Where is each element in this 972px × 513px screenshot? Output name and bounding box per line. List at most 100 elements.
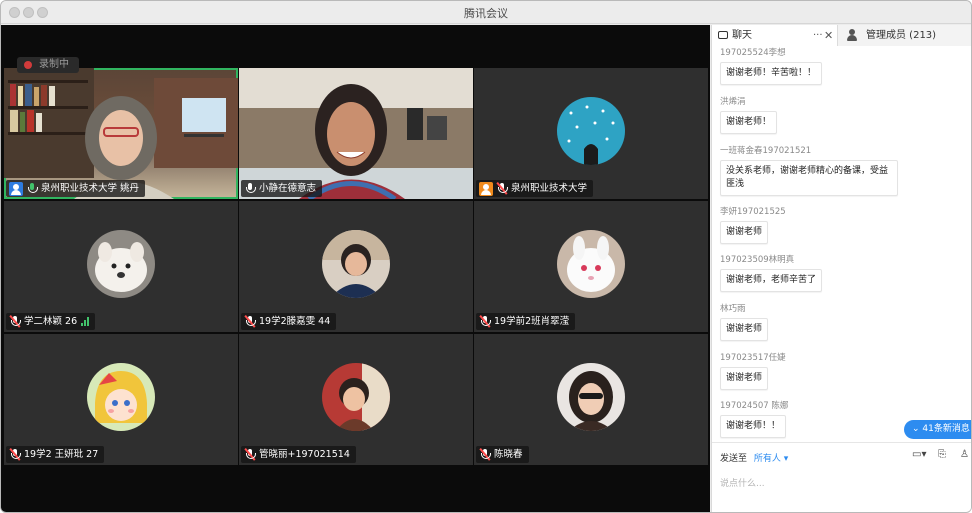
participant-name: 19学2 王妍玭 27 [24,449,99,460]
message-bubble: 谢谢老师，老师辛苦了 [720,269,823,292]
chat-message: 一班蒋金春197021521 没关系老师，谢谢老师精心的备课，受益匪浅 [720,146,898,196]
video-tile[interactable]: 泉州职业技术大学 [474,68,708,199]
participant-avatar [557,230,625,298]
message-bubble: 谢谢老师 [720,318,769,341]
participant-name: 学二林颖 26 [24,316,78,327]
members-icon [846,29,858,41]
participant-name: 小静在德意志 [259,183,317,194]
participant-name: 19学2滕嘉雯 44 [259,316,331,327]
tab-members[interactable]: 管理成员 (213) [838,25,971,46]
more-options-icon[interactable]: ··· [813,25,823,46]
participant-nameplate: 19学2滕嘉雯 44 [241,313,337,330]
participant-avatar [322,230,390,298]
message-sender: 197023517任婕 [720,353,786,363]
participant-name: 陈晓春 [494,449,523,460]
message-bubble: 谢谢老师！ [720,111,778,134]
recording-indicator: 录制中 [17,57,79,73]
microphone-muted-icon [244,448,256,461]
microphone-muted-icon [479,315,491,328]
chat-message: 197023509林明真 谢谢老师，老师辛苦了 [720,255,823,292]
participant-nameplate: 学二林颖 26 [6,313,96,330]
chat-message: 197025524李想 谢谢老师！辛苦啦！！ [720,48,823,85]
message-sender: 一班蒋金春197021521 [720,146,812,156]
chat-sidebar: 聊天 ··· ✕ 管理成员 (213) 197025524李想 谢谢老师！辛苦啦… [711,25,971,512]
microphone-muted-icon [9,448,21,461]
message-sender: 洪烯涓 [720,97,746,107]
send-to-label: 发送至 [720,454,748,464]
message-bubble: 谢谢老师！！ [720,415,787,438]
message-sender: 林巧雨 [720,304,746,314]
person-icon[interactable]: ♙ [960,449,969,460]
tab-chat[interactable]: 聊天 ··· ✕ [712,25,838,46]
participant-name: 泉州职业技术大学 姚丹 [41,183,140,194]
video-grid: 泉州职业技术大学 姚丹 小静在德意志 泉州职业技术大学 学二林颖 26 19学2… [1,25,710,512]
participant-nameplate: 19学2 王妍玭 27 [6,446,105,463]
microphone-muted-icon [479,448,491,461]
message-sender: 197023509林明真 [720,255,795,265]
participant-avatar [557,363,625,431]
microphone-icon [244,182,256,195]
message-bubble: 谢谢老师！辛苦啦！！ [720,62,823,85]
participant-avatar [322,363,390,431]
chat-message: 林巧雨 谢谢老师 [720,304,769,341]
chat-composer: 发送至 所有人 ▾ ▭▾ ⎘ ♙ 说点什么... [712,442,971,512]
new-messages-button[interactable]: ⌄ 41条新消息 [904,420,971,439]
participant-nameplate: 19学前2班肖翠滢 [476,313,576,330]
microphone-muted-icon [496,182,508,195]
chevron-down-icon: ⌄ [912,424,920,434]
participant-avatar [87,363,155,431]
participant-avatar [87,230,155,298]
screenshot-icon[interactable]: ⎘ [938,449,946,460]
message-bubble: 谢谢老师 [720,221,769,244]
recording-dot-icon [24,61,32,69]
video-tile[interactable]: 19学2滕嘉雯 44 [239,201,473,332]
close-icon[interactable]: ✕ [824,25,833,46]
chat-message-list[interactable]: 197025524李想 谢谢老师！辛苦啦！！ 洪烯涓 谢谢老师！ 一班蒋金春19… [712,46,971,442]
video-tile[interactable]: 管晓丽+197021514 [239,334,473,465]
sidebar-tabs: 聊天 ··· ✕ 管理成员 (213) [712,25,971,46]
meeting-window: 腾讯会议 泉州职业技术大学 姚丹 小静在德意志 泉州职业技术大学 学二林颖 26… [0,0,972,513]
message-sender: 197024507 陈娜 [720,401,789,411]
participant-nameplate: 泉州职业技术大学 姚丹 [6,180,146,197]
tab-chat-label: 聊天 [732,30,752,41]
participant-nameplate: 泉州职业技术大学 [476,180,594,197]
message-sender: 197025524李想 [720,48,786,58]
participant-nameplate: 小静在德意志 [241,180,323,197]
recipient-value: 所有人 [753,454,781,464]
chat-input[interactable]: 说点什么... [720,476,765,489]
new-messages-label: 41条新消息 [922,424,970,434]
send-to: 发送至 所有人 ▾ [720,451,788,464]
tab-members-label: 管理成员 (213) [866,30,937,41]
participant-nameplate: 陈晓春 [476,446,529,463]
message-sender: 李妍197021525 [720,207,786,217]
window-title: 腾讯会议 [464,7,508,20]
host-icon [9,181,23,196]
chat-message: 洪烯涓 谢谢老师！ [720,97,778,134]
chat-icon [718,31,728,39]
dropdown-arrow-icon: ▾ [783,454,789,464]
video-tile[interactable]: 19学前2班肖翠滢 [474,201,708,332]
microphone-muted-icon [244,315,256,328]
microphone-muted-icon [9,315,21,328]
microphone-on-icon [26,182,38,195]
recipient-select[interactable]: 所有人 ▾ [754,454,788,464]
recording-label: 录制中 [39,59,69,70]
participant-nameplate: 管晓丽+197021514 [241,446,356,463]
folder-icon[interactable]: ▭▾ [912,449,926,460]
chat-message: 197023517任婕 谢谢老师 [720,353,786,390]
video-tile[interactable]: 泉州职业技术大学 姚丹 [4,68,238,199]
message-bubble: 谢谢老师 [720,367,769,390]
video-tile[interactable]: 小静在德意志 [239,68,473,199]
message-bubble: 没关系老师，谢谢老师精心的备课，受益匪浅 [720,160,898,196]
video-tile[interactable]: 陈晓春 [474,334,708,465]
participant-name: 泉州职业技术大学 [511,183,588,194]
video-tile[interactable]: 19学2 王妍玭 27 [4,334,238,465]
chat-message: 197024507 陈娜 谢谢老师！！ [720,401,788,438]
participant-name: 管晓丽+197021514 [259,449,350,460]
chat-message: 李妍197021525 谢谢老师 [720,207,786,244]
participant-name: 19学前2班肖翠滢 [494,316,570,327]
video-tile[interactable]: 学二林颖 26 [4,201,238,332]
title-bar: 腾讯会议 [1,1,971,24]
signal-strength-icon [81,317,90,326]
participant-avatar [557,97,625,165]
